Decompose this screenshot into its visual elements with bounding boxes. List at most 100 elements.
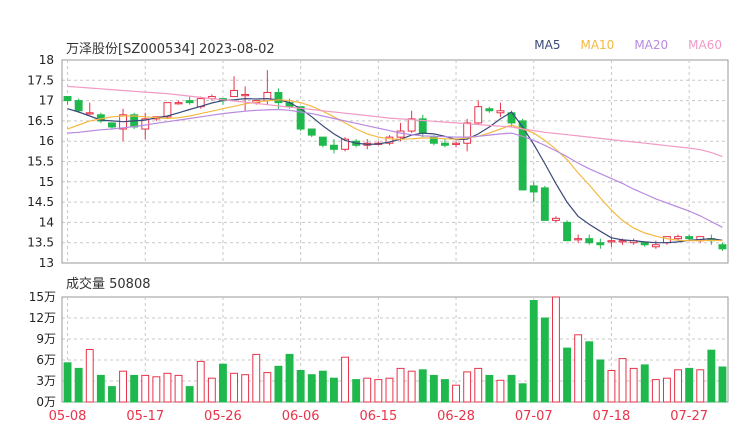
volume-bar	[207, 377, 216, 403]
candle-body	[685, 236, 694, 240]
volume-bar	[474, 367, 483, 403]
volume-bar	[518, 383, 527, 403]
candle-body	[330, 144, 338, 150]
volume-bar	[407, 370, 416, 403]
volume-bar	[85, 349, 94, 403]
candle-body	[185, 100, 194, 104]
volume-bar	[452, 384, 460, 403]
volume-bar	[540, 317, 549, 403]
volume-bar	[108, 386, 116, 403]
volume-bar	[296, 370, 305, 403]
price-tick-label: 15	[39, 175, 54, 189]
volume-bar	[96, 374, 105, 403]
price-tick-label: 14	[39, 215, 54, 229]
volume-bar	[152, 376, 161, 403]
volume-bar	[707, 349, 716, 403]
volume-bar	[640, 364, 649, 403]
price-tick-label: 17	[39, 94, 54, 108]
date-tick-label: 07-07	[515, 409, 553, 424]
date-tick-label: 06-28	[437, 409, 475, 424]
candle-body	[485, 108, 494, 112]
candle-body	[651, 244, 660, 248]
volume-bar	[341, 356, 349, 403]
volume-bar	[629, 367, 638, 403]
candle-body	[563, 221, 571, 242]
volume-tick-label: 6万	[36, 353, 56, 367]
volume-bar	[274, 365, 283, 403]
volume-bar	[607, 370, 616, 403]
volume-bar	[330, 377, 338, 403]
volume-frame	[61, 296, 729, 403]
volume-bar	[185, 386, 194, 403]
volume-bar	[651, 379, 660, 403]
price-grid: 13 13.5 14 14.5 15 15.5 16 16.5 17 17.5 18	[27, 53, 728, 270]
candle-body	[640, 242, 649, 246]
price-tick-label: 15.5	[27, 155, 54, 169]
volume-bar	[318, 370, 327, 403]
candle-body	[407, 118, 416, 132]
date-tick-label: 06-15	[359, 409, 397, 424]
candle-body	[230, 89, 238, 98]
candle-body	[74, 100, 83, 112]
stock-chart: 万泽股份[SZ000534] 2023-08-02 MA5 MA10 MA20 …	[0, 0, 740, 440]
volume-bar	[663, 377, 671, 403]
price-tick-label: 18	[39, 53, 54, 67]
candle-body	[307, 128, 316, 136]
candle-body	[718, 244, 727, 250]
volume-bar	[529, 300, 538, 403]
volume-bar	[685, 367, 694, 403]
volume-bar	[252, 353, 261, 403]
volume-tick-label: 0万	[36, 395, 56, 409]
volume-bar	[385, 377, 394, 403]
price-tick-label: 16	[39, 134, 54, 148]
candle-body	[529, 185, 538, 193]
volume-bar	[363, 377, 372, 403]
candle-body	[496, 110, 505, 114]
chart-canvas: 13 13.5 14 14.5 15 15.5 16 16.5 17 17.5 18 0万 3万 6万 9万…	[27, 53, 729, 424]
volume-bar	[63, 362, 72, 403]
volume-bar	[285, 353, 294, 403]
candle-body	[674, 236, 682, 240]
price-tick-label: 17.5	[27, 73, 54, 87]
candle-body	[241, 94, 250, 97]
date-tick-label: 05-08	[49, 409, 87, 424]
date-tick-label: 06-06	[282, 409, 320, 424]
candle-body	[540, 187, 549, 221]
candle-body	[474, 106, 483, 124]
volume-bar	[163, 372, 172, 403]
volume-bar	[130, 374, 139, 403]
volume-bars	[63, 296, 727, 403]
volume-bar	[196, 360, 205, 403]
volume-bar	[585, 341, 594, 403]
volume-bar	[574, 334, 583, 403]
date-tick-label: 07-18	[593, 409, 631, 424]
candle-body	[463, 122, 472, 144]
candle-body	[274, 91, 283, 104]
volume-bar	[219, 363, 227, 403]
candle-body	[108, 122, 116, 128]
volume-bar	[119, 370, 127, 403]
volume-bar	[396, 367, 405, 403]
volume-tick-label: 3万	[36, 374, 56, 388]
volume-bar	[74, 367, 83, 403]
candle-body	[574, 238, 583, 241]
price-tick-label: 13	[39, 256, 54, 270]
volume-bar	[352, 379, 361, 403]
volume-bar	[418, 369, 427, 403]
candle-body	[607, 240, 616, 243]
volume-bar	[174, 374, 183, 403]
volume-tick-label: 15万	[29, 290, 56, 304]
candle-body	[174, 102, 183, 105]
volume-bar	[429, 374, 438, 403]
volume-bar	[263, 372, 272, 403]
volume-bar	[674, 369, 682, 403]
volume-bar	[696, 369, 705, 403]
ma-line-ma20	[67, 108, 723, 228]
volume-bar	[596, 359, 605, 403]
candle-body	[585, 238, 594, 244]
candle-body	[452, 142, 460, 145]
candle-body	[618, 240, 627, 243]
volume-bar	[618, 358, 627, 403]
volume-bar	[563, 347, 571, 403]
volume-bar	[241, 374, 250, 403]
